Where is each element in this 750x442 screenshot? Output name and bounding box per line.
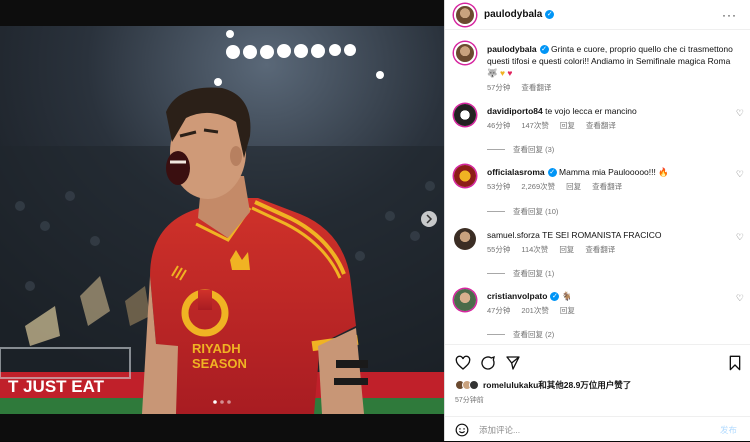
- comment-item: officialasroma ✓ Mamma mia Paulooooo!!! 🔥…: [454, 165, 744, 195]
- translate-link[interactable]: 查看翻译: [586, 121, 616, 130]
- comment-likes[interactable]: 147次赞: [521, 121, 549, 130]
- verified-icon: ✓: [550, 292, 560, 302]
- add-comment-bar: 添加评论... 发布: [445, 416, 750, 442]
- reply-button[interactable]: 回复: [560, 121, 575, 130]
- caption-block: paulodybala ✓ Grinta e cuore, proprio que…: [454, 42, 744, 102]
- comment-item: davidiporto84 te vojo lecca er mancino 4…: [454, 104, 744, 134]
- add-comment-input[interactable]: 添加评论...: [479, 424, 720, 436]
- post-comment-button[interactable]: 发布: [720, 424, 737, 436]
- comment-time: 53分钟: [487, 182, 511, 191]
- comment-time: 46分钟: [487, 121, 511, 130]
- caption-avatar[interactable]: [454, 42, 476, 64]
- ad-board-text: T JUST EAT: [8, 377, 105, 396]
- action-bar: [455, 355, 743, 373]
- post-actions-section: romelulukaku和其他28.9万位用户赞了 57分钟前 添加评论... …: [445, 344, 750, 441]
- comment-text: Mamma mia Paulooooo!!! 🔥: [559, 167, 669, 177]
- carousel-next-button[interactable]: [421, 211, 437, 227]
- comment-text: te vojo lecca er mancino: [545, 106, 637, 116]
- comment-username[interactable]: officialasroma: [487, 167, 545, 177]
- likes-text: romelulukaku和其他28.9万位用户赞了: [483, 380, 632, 390]
- yellow-heart-icon: ♥: [499, 68, 506, 78]
- like-comment-heart-icon[interactable]: ♡: [736, 108, 744, 119]
- post-time: 57分钟前: [455, 397, 484, 404]
- comment-username[interactable]: davidiporto84: [487, 106, 543, 116]
- commenter-avatar[interactable]: [454, 165, 476, 187]
- bookmark-icon[interactable]: [727, 355, 743, 371]
- comment-text: 🐐: [561, 291, 573, 301]
- reply-button[interactable]: 回复: [560, 306, 575, 315]
- like-comment-heart-icon[interactable]: ♡: [736, 232, 744, 243]
- view-replies-button[interactable]: 查看回复 (1): [487, 268, 554, 279]
- verified-icon: ✓: [545, 10, 555, 19]
- verified-icon: ✓: [539, 45, 549, 55]
- view-replies-button[interactable]: 查看回复 (10): [487, 206, 558, 217]
- likes-summary[interactable]: romelulukaku和其他28.9万位用户赞了: [455, 379, 631, 391]
- comment-likes[interactable]: 114次赞: [521, 245, 548, 254]
- caption-translate-link[interactable]: 查看翻译: [521, 83, 551, 92]
- reply-button[interactable]: 回复: [566, 182, 581, 191]
- verified-icon: ✓: [547, 168, 557, 178]
- comment-icon[interactable]: [480, 355, 496, 371]
- translate-link[interactable]: 查看翻译: [585, 245, 615, 254]
- heart-icon[interactable]: [455, 355, 471, 371]
- app-frame: T JUST EAT RIYADH SEASON paulodybala ✓ ·…: [0, 0, 750, 441]
- view-replies-button[interactable]: 查看回复 (2): [487, 329, 554, 340]
- jersey-sponsor-line1: RIYADH: [192, 341, 241, 356]
- comments-scroll-area[interactable]: paulodybala ✓ Grinta e cuore, proprio que…: [445, 31, 750, 344]
- comment-item: samuel.sforza TE SEI ROMANISTA FRACICO 5…: [454, 228, 744, 258]
- caption-time: 57分钟: [487, 83, 511, 92]
- comment-username[interactable]: samuel.sforza: [487, 230, 540, 240]
- commenter-avatar[interactable]: [454, 104, 476, 126]
- more-options-icon[interactable]: ···: [722, 8, 737, 22]
- red-heart-icon: ♥: [507, 68, 513, 78]
- commenter-avatar[interactable]: [454, 228, 476, 250]
- photo-illustration: T JUST EAT RIYADH SEASON: [0, 26, 444, 414]
- jersey-sponsor-line2: SEASON: [192, 356, 247, 371]
- comment-time: 55分钟: [487, 245, 511, 254]
- share-icon[interactable]: [505, 355, 521, 371]
- liker-avatar: [469, 380, 479, 390]
- wolf-emoji-icon: 🐺: [487, 68, 498, 78]
- reply-button[interactable]: 回复: [559, 245, 574, 254]
- comment-item: cristianvolpato ✓ 🐐 47分钟 201次赞 回复 ♡: [454, 289, 744, 319]
- comment-username[interactable]: cristianvolpato: [487, 291, 547, 301]
- caption-username[interactable]: paulodybala: [487, 44, 537, 54]
- comment-time: 47分钟: [487, 306, 511, 315]
- comment-likes[interactable]: 201次赞: [521, 306, 549, 315]
- post-photo[interactable]: T JUST EAT RIYADH SEASON: [0, 26, 444, 414]
- author-avatar[interactable]: [454, 3, 476, 26]
- like-comment-heart-icon[interactable]: ♡: [736, 169, 744, 180]
- comment-text: TE SEI ROMANISTA FRACICO: [542, 230, 662, 240]
- author-username[interactable]: paulodybala: [484, 9, 542, 20]
- commenter-avatar[interactable]: [454, 289, 476, 311]
- translate-link[interactable]: 查看翻译: [592, 182, 622, 191]
- view-replies-button[interactable]: 查看回复 (3): [487, 144, 554, 155]
- post-header: paulodybala ✓ ···: [445, 0, 750, 30]
- emoji-icon[interactable]: [455, 423, 469, 437]
- comment-likes[interactable]: 2,269次赞: [521, 182, 555, 191]
- post-side-panel: paulodybala ✓ ··· paulodybala ✓ Grinta e …: [444, 0, 750, 441]
- like-comment-heart-icon[interactable]: ♡: [736, 293, 744, 304]
